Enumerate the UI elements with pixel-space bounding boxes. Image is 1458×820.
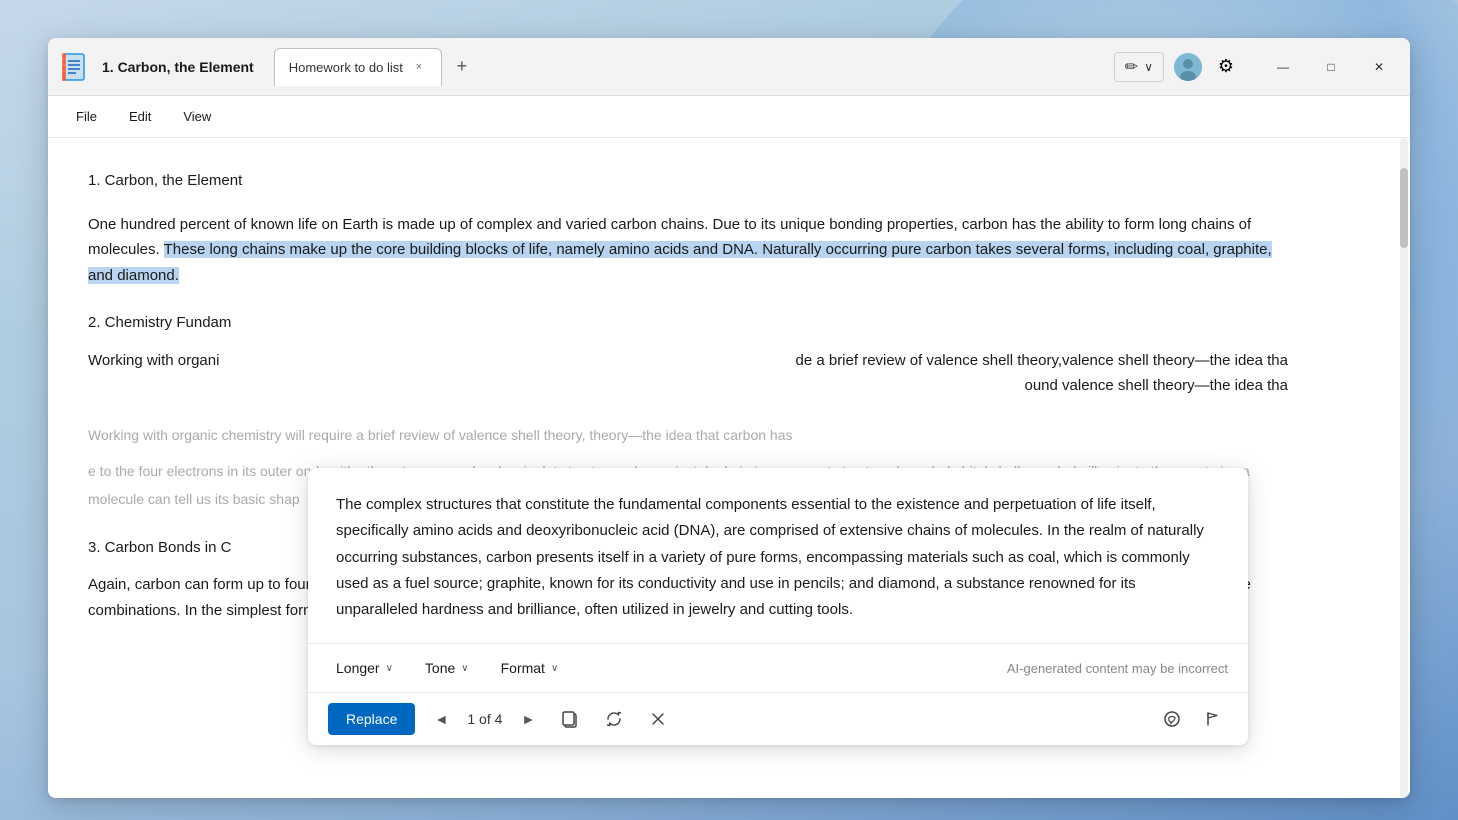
popup-close-button[interactable] bbox=[642, 703, 674, 735]
tone-label: Tone bbox=[425, 660, 455, 676]
tab-close-button[interactable]: × bbox=[411, 59, 427, 75]
longer-label: Longer bbox=[336, 660, 380, 676]
copilot-button[interactable]: ✏ ∨ bbox=[1114, 52, 1164, 82]
rewrite-toolbar: Longer ∨ Tone ∨ Format ∨ AI-generated co… bbox=[308, 644, 1248, 693]
next-button[interactable]: ► bbox=[514, 705, 542, 733]
tab-bar: Homework to do list × + bbox=[274, 48, 694, 86]
para2-spacer bbox=[219, 348, 795, 374]
tab-add-button[interactable]: + bbox=[446, 51, 478, 83]
copy-button[interactable] bbox=[554, 703, 586, 735]
rewrite-content: The complex structures that constitute t… bbox=[308, 468, 1248, 644]
para2-segment: Working with organi bbox=[88, 348, 219, 374]
message-icon[interactable] bbox=[1156, 703, 1188, 735]
app-icon bbox=[60, 51, 92, 83]
longer-chevron: ∨ bbox=[386, 663, 393, 674]
ai-disclaimer: AI-generated content may be incorrect bbox=[1007, 661, 1228, 676]
maximize-button[interactable]: □ bbox=[1308, 51, 1354, 83]
para2-spacer2 bbox=[88, 373, 1024, 399]
tab-homework[interactable]: Homework to do list × bbox=[274, 48, 442, 86]
doc-paragraph-2: Working with organi de a brief review of… bbox=[88, 348, 1288, 399]
paragraph-1-highlighted: These long chains make up the core build… bbox=[88, 241, 1272, 284]
doc-heading-1: 1. Carbon, the Element bbox=[88, 168, 1288, 194]
window-title: 1. Carbon, the Element bbox=[102, 59, 254, 75]
tone-dropdown[interactable]: Tone ∨ bbox=[417, 656, 477, 680]
tab-label: Homework to do list bbox=[289, 60, 403, 75]
content-area: 1. Carbon, the Element One hundred perce… bbox=[48, 138, 1410, 798]
refresh-button[interactable] bbox=[598, 703, 630, 735]
copilot-chevron: ∨ bbox=[1144, 60, 1153, 74]
title-bar: 1. Carbon, the Element Homework to do li… bbox=[48, 38, 1410, 96]
avatar[interactable] bbox=[1174, 53, 1202, 81]
page-counter: 1 of 4 bbox=[467, 711, 502, 727]
menu-view[interactable]: View bbox=[171, 103, 223, 130]
toolbar-right: ✏ ∨ ⚙ bbox=[1114, 52, 1240, 82]
close-button[interactable]: ✕ bbox=[1356, 51, 1402, 83]
minimize-button[interactable]: — bbox=[1260, 51, 1306, 83]
copilot-icon: ✏ bbox=[1125, 57, 1138, 77]
menu-edit[interactable]: Edit bbox=[117, 103, 163, 130]
rewrite-text: The complex structures that constitute t… bbox=[336, 496, 1204, 618]
menu-bar: File Edit View bbox=[48, 96, 1410, 138]
longer-dropdown[interactable]: Longer ∨ bbox=[328, 656, 401, 680]
flag-icon[interactable] bbox=[1196, 703, 1228, 735]
para2-left2: valence shell theory—the idea tha bbox=[1062, 348, 1288, 374]
window-controls: — □ ✕ bbox=[1260, 51, 1402, 83]
format-dropdown[interactable]: Format ∨ bbox=[493, 656, 567, 680]
replace-button[interactable]: Replace bbox=[328, 703, 415, 735]
rewrite-popup: The complex structures that constitute t… bbox=[308, 468, 1248, 745]
para2-right: de a brief review of valence shell theor… bbox=[795, 348, 1062, 374]
scrollbar-thumb bbox=[1400, 168, 1408, 248]
menu-file[interactable]: File bbox=[64, 103, 109, 130]
tone-chevron: ∨ bbox=[461, 663, 468, 674]
settings-icon[interactable]: ⚙ bbox=[1212, 53, 1240, 81]
prev-button[interactable]: ◄ bbox=[427, 705, 455, 733]
scrollbar[interactable] bbox=[1400, 138, 1408, 798]
doc-paragraph-1: One hundred percent of known life on Ear… bbox=[88, 212, 1288, 289]
doc-subheading-2: 2. Chemistry Fundam bbox=[88, 310, 1288, 336]
rewrite-actions: Replace ◄ 1 of 4 ► bbox=[308, 693, 1248, 745]
format-chevron: ∨ bbox=[551, 663, 558, 674]
para2-right2: ound valence shell theory—the idea tha bbox=[1024, 373, 1288, 399]
format-label: Format bbox=[501, 660, 545, 676]
app-window: 1. Carbon, the Element Homework to do li… bbox=[48, 38, 1410, 798]
actions-right bbox=[1156, 703, 1228, 735]
